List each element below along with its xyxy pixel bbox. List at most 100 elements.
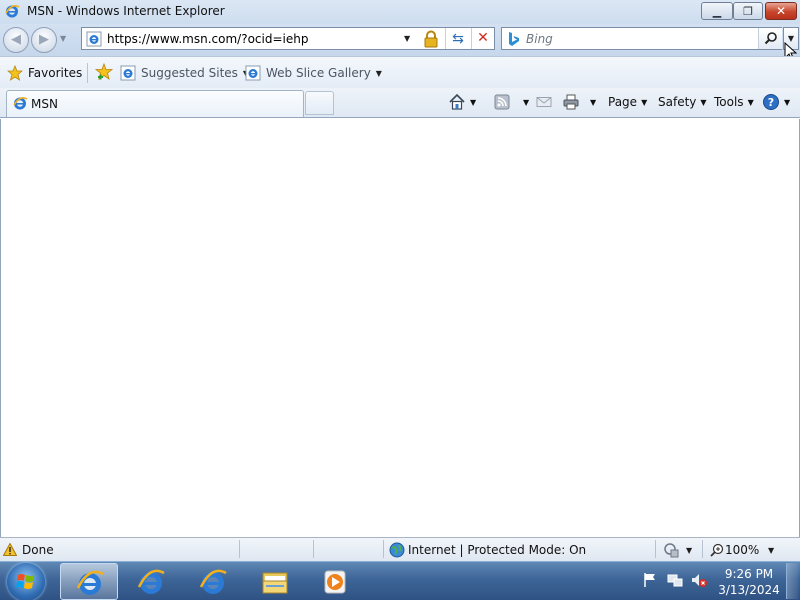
home-button[interactable]: ▼: [448, 91, 476, 113]
svg-text:?: ?: [768, 96, 774, 109]
action-center-flag-icon[interactable]: [642, 571, 660, 589]
favorites-button[interactable]: Favorites: [7, 63, 82, 83]
address-dropdown-icon[interactable]: ▼: [404, 34, 410, 43]
chevron-down-icon: ▼: [523, 97, 530, 107]
recent-pages-dropdown-icon[interactable]: ▼: [60, 34, 66, 43]
tab-row: MSN ▼ ▼ ▼ Page ▼ Safety ▼ Tools ▼ ? ▼: [0, 88, 800, 118]
search-button[interactable]: [758, 28, 782, 49]
maximize-button[interactable]: ❐: [733, 2, 763, 20]
suggested-sites-button[interactable]: Suggested Sites ▼: [120, 63, 249, 83]
taskbar-windows-explorer[interactable]: [246, 563, 304, 600]
chevron-down-icon: ▼: [747, 97, 754, 107]
new-tab-button[interactable]: [305, 91, 334, 115]
ie-logo-icon: [5, 5, 20, 18]
zoom-level[interactable]: 100%: [725, 543, 759, 557]
chevron-down-icon[interactable]: ▼: [768, 546, 774, 555]
warning-icon: [3, 543, 17, 556]
taskbar: 9:26 PM 3/13/2024: [0, 561, 800, 600]
media-player-icon: [324, 570, 346, 594]
page-menu-button[interactable]: Page ▼: [608, 91, 647, 113]
close-button[interactable]: ✕: [765, 2, 797, 20]
chevron-down-icon: ▼: [470, 97, 477, 107]
start-button[interactable]: [7, 563, 45, 600]
read-mail-button[interactable]: [535, 91, 553, 113]
taskbar-internet-explorer-active[interactable]: [60, 563, 118, 600]
help-icon: ?: [763, 94, 779, 110]
favorites-label: Favorites: [28, 66, 83, 80]
taskbar-media-player[interactable]: [306, 563, 364, 600]
volume-muted-icon[interactable]: [690, 571, 708, 589]
web-slice-gallery-button[interactable]: Web Slice Gallery ▼: [245, 63, 382, 83]
refresh-icon[interactable]: ⇆: [449, 30, 467, 48]
web-slice-gallery-label: Web Slice Gallery: [266, 66, 371, 80]
show-desktop-button[interactable]: [786, 563, 798, 599]
safety-menu-button[interactable]: Safety ▼: [658, 91, 707, 113]
safety-menu-label: Safety: [658, 95, 697, 109]
tools-menu-button[interactable]: Tools ▼: [714, 91, 754, 113]
mail-icon: [536, 97, 552, 107]
ie-page-icon: [245, 65, 261, 81]
divider: [655, 540, 656, 558]
maximize-icon: ❐: [743, 4, 753, 18]
chevron-down-icon: ▼: [375, 68, 382, 78]
close-icon: ✕: [775, 4, 787, 18]
taskbar-internet-explorer[interactable]: [122, 563, 180, 600]
help-menu-button[interactable]: ? ▼: [762, 91, 790, 113]
taskbar-internet-explorer[interactable]: [184, 563, 242, 600]
rss-feed-icon: [494, 94, 510, 110]
chevron-down-icon: ▼: [700, 97, 707, 107]
tab-label: MSN: [31, 97, 58, 111]
divider: [239, 540, 240, 558]
lock-icon[interactable]: [422, 30, 440, 48]
status-bar: Done Internet | Protected Mode: On ▼ 100…: [0, 537, 800, 561]
search-input[interactable]: [526, 30, 756, 47]
feeds-button[interactable]: ▼: [493, 91, 529, 113]
divider: [445, 28, 446, 49]
tools-menu-label: Tools: [714, 95, 744, 109]
zoom-icon[interactable]: [710, 543, 724, 557]
back-button[interactable]: ◀: [3, 27, 29, 53]
favorites-star-icon: [7, 65, 23, 81]
address-bar[interactable]: https://www.msn.com/?ocid=iehp ▼ ⇆ ✕: [81, 27, 495, 50]
globe-icon: [389, 542, 405, 558]
printer-icon: [563, 94, 579, 110]
divider: [87, 63, 88, 83]
minimize-icon: ▁: [712, 4, 722, 18]
search-icon: [764, 32, 777, 45]
title-bar: MSN - Windows Internet Explorer ▁ ❐ ✕: [0, 0, 800, 24]
bing-icon: [509, 32, 519, 46]
ie-logo-icon: [76, 570, 104, 595]
forward-button[interactable]: ▶: [31, 27, 57, 53]
minimize-button[interactable]: ▁: [701, 2, 733, 20]
page-content[interactable]: [0, 119, 800, 537]
home-icon: [449, 93, 465, 110]
chevron-down-icon: ▼: [784, 97, 791, 107]
window-title: MSN - Windows Internet Explorer: [27, 4, 225, 18]
navigation-bar: ◀ ▶ ▼ https://www.msn.com/?ocid=iehp ▼ ⇆…: [0, 24, 800, 56]
add-to-favorites-bar-icon[interactable]: [95, 63, 113, 81]
chevron-down-icon: ▼: [641, 97, 648, 107]
tab-msn[interactable]: MSN: [6, 90, 304, 117]
favorites-bar: Favorites Suggested Sites ▼ Web Slice Ga…: [0, 56, 800, 88]
security-settings-icon[interactable]: [662, 541, 680, 559]
chevron-down-icon: ▼: [590, 97, 597, 107]
stop-icon[interactable]: ✕: [474, 29, 492, 47]
address-url[interactable]: https://www.msn.com/?ocid=iehp: [107, 32, 308, 46]
page-menu-label: Page: [608, 95, 638, 109]
security-zone-text[interactable]: Internet | Protected Mode: On: [408, 543, 586, 557]
search-bar[interactable]: [501, 27, 782, 50]
network-icon[interactable]: [666, 571, 684, 589]
system-clock[interactable]: 9:26 PM 3/13/2024: [714, 566, 784, 598]
status-text: Done: [22, 543, 54, 557]
windows-logo-icon: [16, 574, 34, 589]
clock-date: 3/13/2024: [718, 583, 780, 597]
divider: [702, 540, 703, 558]
folder-icon: [262, 572, 288, 594]
suggested-sites-label: Suggested Sites: [141, 66, 238, 80]
divider: [313, 540, 314, 558]
divider: [383, 540, 384, 558]
chevron-down-icon[interactable]: ▼: [686, 546, 692, 555]
print-button[interactable]: ▼: [562, 91, 596, 113]
forward-arrow-icon: ▶: [39, 32, 49, 47]
ie-logo-icon: [199, 569, 227, 594]
